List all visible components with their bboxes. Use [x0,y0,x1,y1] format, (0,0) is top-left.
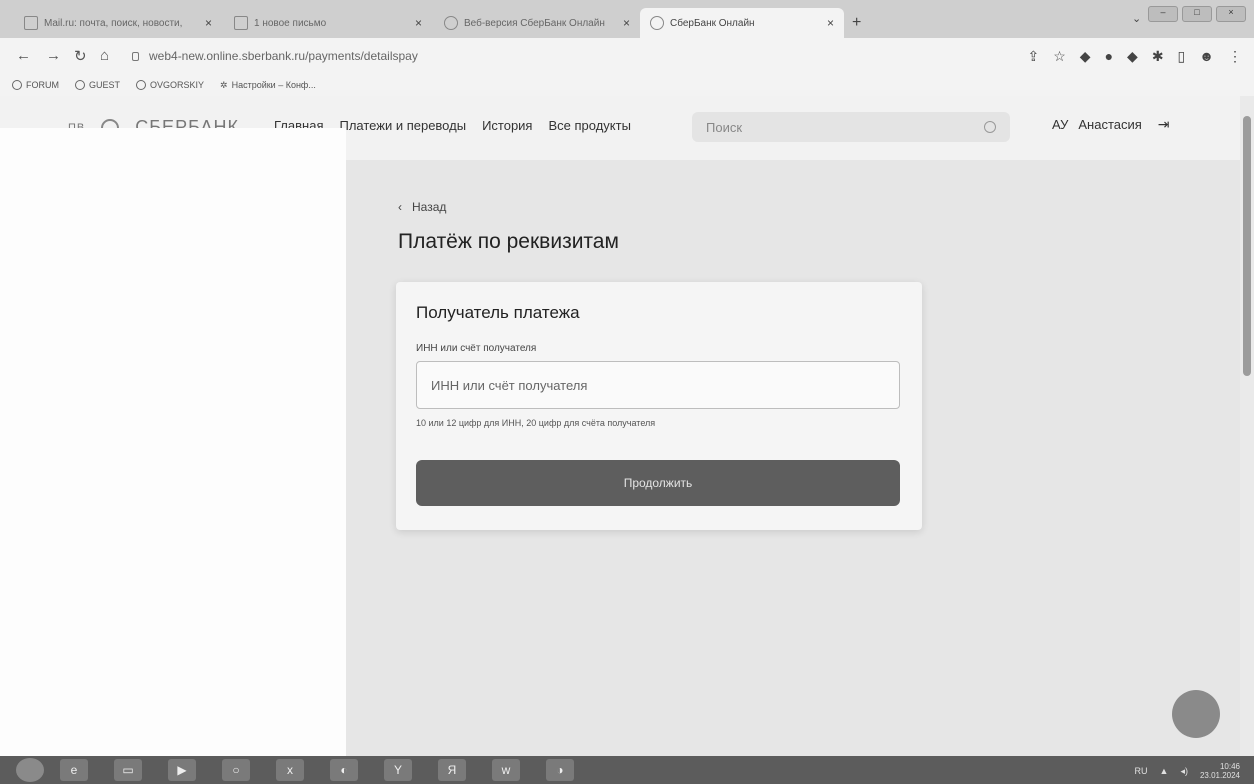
sber-icon [650,16,664,30]
globe-icon [75,80,85,90]
logout-icon[interactable]: ⇥ [1158,116,1170,133]
ie-icon[interactable]: e [60,759,88,781]
search-input[interactable]: Поиск [692,112,1010,142]
extension-icon[interactable]: ◆ [1127,48,1138,65]
yandex-browser-icon[interactable]: Y [384,759,412,781]
search-icon[interactable] [984,121,996,133]
menu-icon[interactable]: ⋮ [1228,48,1242,65]
nav-item-all-products[interactable]: Все продукты [548,118,630,133]
browser-tab-bar: Mail.ru: почта, поиск, новости, × 1 ново… [0,0,1254,38]
bookmark-label: OVGORSKIY [150,80,205,90]
clock-date: 23.01.2024 [1199,771,1240,780]
bookmarks-bar: FORUM GUEST OVGORSKIY ✲ Настройки – Конф.… [0,74,1254,96]
chrome-icon[interactable]: ◑ [546,759,574,781]
yandex-icon[interactable]: Я [438,759,466,781]
url-text: web4-new.online.sberbank.ru/payments/det… [149,49,418,63]
back-link[interactable]: ‹ Назад [398,200,446,214]
globe-icon [136,80,147,90]
back-arrow-icon[interactable]: ← [16,47,31,64]
bookmark-item[interactable]: GUEST [75,80,120,90]
close-icon[interactable]: × [623,16,630,30]
window-controls: – □ × [1148,6,1246,22]
bookmark-item[interactable]: OVGORSKIY [136,80,204,90]
share-icon[interactable]: ⇪ [1027,48,1039,65]
sber-icon [444,16,458,30]
bookmark-item[interactable]: FORUM [12,80,59,90]
chevron-left-icon: ‹ [398,200,402,214]
recipient-card: Получатель платежа ИНН или счёт получате… [396,282,922,530]
page-title: Платёж по реквизитам [398,230,619,253]
globe-icon [12,80,22,90]
nav-item-history[interactable]: История [482,118,532,133]
network-icon[interactable]: ▲ [1160,766,1169,776]
tab-label: СберБанк Онлайн [670,17,755,29]
close-icon[interactable]: × [415,16,422,30]
scrollbar[interactable] [1240,96,1254,756]
browser-tab[interactable]: Mail.ru: почта, поиск, новости, × [14,8,222,38]
nav-item-payments[interactable]: Платежи и переводы [339,118,466,133]
browser-toolbar: ← → ↻ ⌂ web4-new.online.sberbank.ru/paym… [0,38,1254,74]
tab-list-icon[interactable]: ⌄ [1132,12,1141,25]
scrollbar-thumb[interactable] [1243,116,1251,376]
inn-account-input[interactable] [416,361,900,409]
start-button[interactable] [16,758,44,782]
close-icon[interactable]: × [827,16,834,30]
tab-label: Веб-версия СберБанк Онлайн [464,17,605,29]
chat-button[interactable] [1172,690,1220,738]
mail-icon [24,16,38,30]
excel-icon[interactable]: x [276,759,304,781]
blank-paper-overlay [0,128,346,764]
word-icon[interactable]: w [492,759,520,781]
taskbar-apps: e ▭ ▶ ○ x ◐ Y Я w ◑ [60,759,574,781]
volume-icon[interactable]: ◂) [1180,766,1188,777]
reload-icon[interactable]: ↻ [74,47,87,65]
inn-field-hint: 10 или 12 цифр для ИНН, 20 цифр для счёт… [416,418,656,428]
new-tab-button[interactable]: + [852,14,861,32]
bookmark-label: FORUM [26,80,59,90]
toolbar-icons: ⇪ ☆ ◆ ● ◆ ✱ ▯ ☻ ⋮ [1027,48,1242,65]
star-icon[interactable]: ☆ [1053,48,1066,65]
user-menu[interactable]: АУ Анастасия ⇥ [1052,116,1170,133]
bookmark-label: GUEST [89,80,121,90]
avatar[interactable]: АУ [1052,117,1068,132]
home-icon[interactable]: ⌂ [100,47,109,64]
bookmark-label: Настройки – Конф... [231,80,316,90]
mail-icon [234,16,248,30]
maximize-icon[interactable]: □ [1182,6,1212,22]
browser-tab[interactable]: Веб-версия СберБанк Онлайн × [434,8,640,38]
search-placeholder: Поиск [706,119,743,135]
folder-icon[interactable]: ▭ [114,759,142,781]
lock-icon [132,51,139,61]
forward-arrow-icon[interactable]: → [46,47,61,64]
puzzle-icon[interactable]: ✱ [1152,48,1164,65]
minimize-icon[interactable]: – [1148,6,1178,22]
app-icon[interactable]: ◐ [330,759,358,781]
taskbar: e ▭ ▶ ○ x ◐ Y Я w ◑ RU ▲ ◂) 10:46 23.01.… [0,756,1254,784]
language-indicator[interactable]: RU [1135,766,1148,776]
media-icon[interactable]: ▶ [168,759,196,781]
user-name[interactable]: Анастасия [1078,117,1141,132]
clock-time: 10:46 [1219,762,1240,771]
profile-icon[interactable]: ☻ [1199,48,1214,65]
tab-label: Mail.ru: почта, поиск, новости, [44,17,183,29]
tab-label: 1 новое письмо [254,17,327,29]
app-icon[interactable]: ○ [222,759,250,781]
sidebar-icon[interactable]: ▯ [1178,48,1186,65]
close-icon[interactable]: × [205,16,212,30]
inn-field-label: ИНН или счёт получателя [416,343,537,354]
continue-button[interactable]: Продолжить [416,460,900,506]
extension-icon[interactable]: ● [1105,48,1113,65]
extension-icon[interactable]: ◆ [1080,48,1091,65]
system-tray: RU ▲ ◂) 10:46 23.01.2024 [1135,762,1240,780]
bookmark-item[interactable]: ✲ Настройки – Конф... [220,80,316,91]
back-label: Назад [412,200,447,214]
clock[interactable]: 10:46 23.01.2024 [1200,762,1240,780]
close-window-icon[interactable]: × [1216,6,1246,22]
browser-tab-active[interactable]: СберБанк Онлайн × [640,8,844,38]
browser-tab[interactable]: 1 новое письмо × [224,8,432,38]
gear-icon: ✲ [220,79,228,90]
card-title: Получатель платежа [416,303,580,322]
